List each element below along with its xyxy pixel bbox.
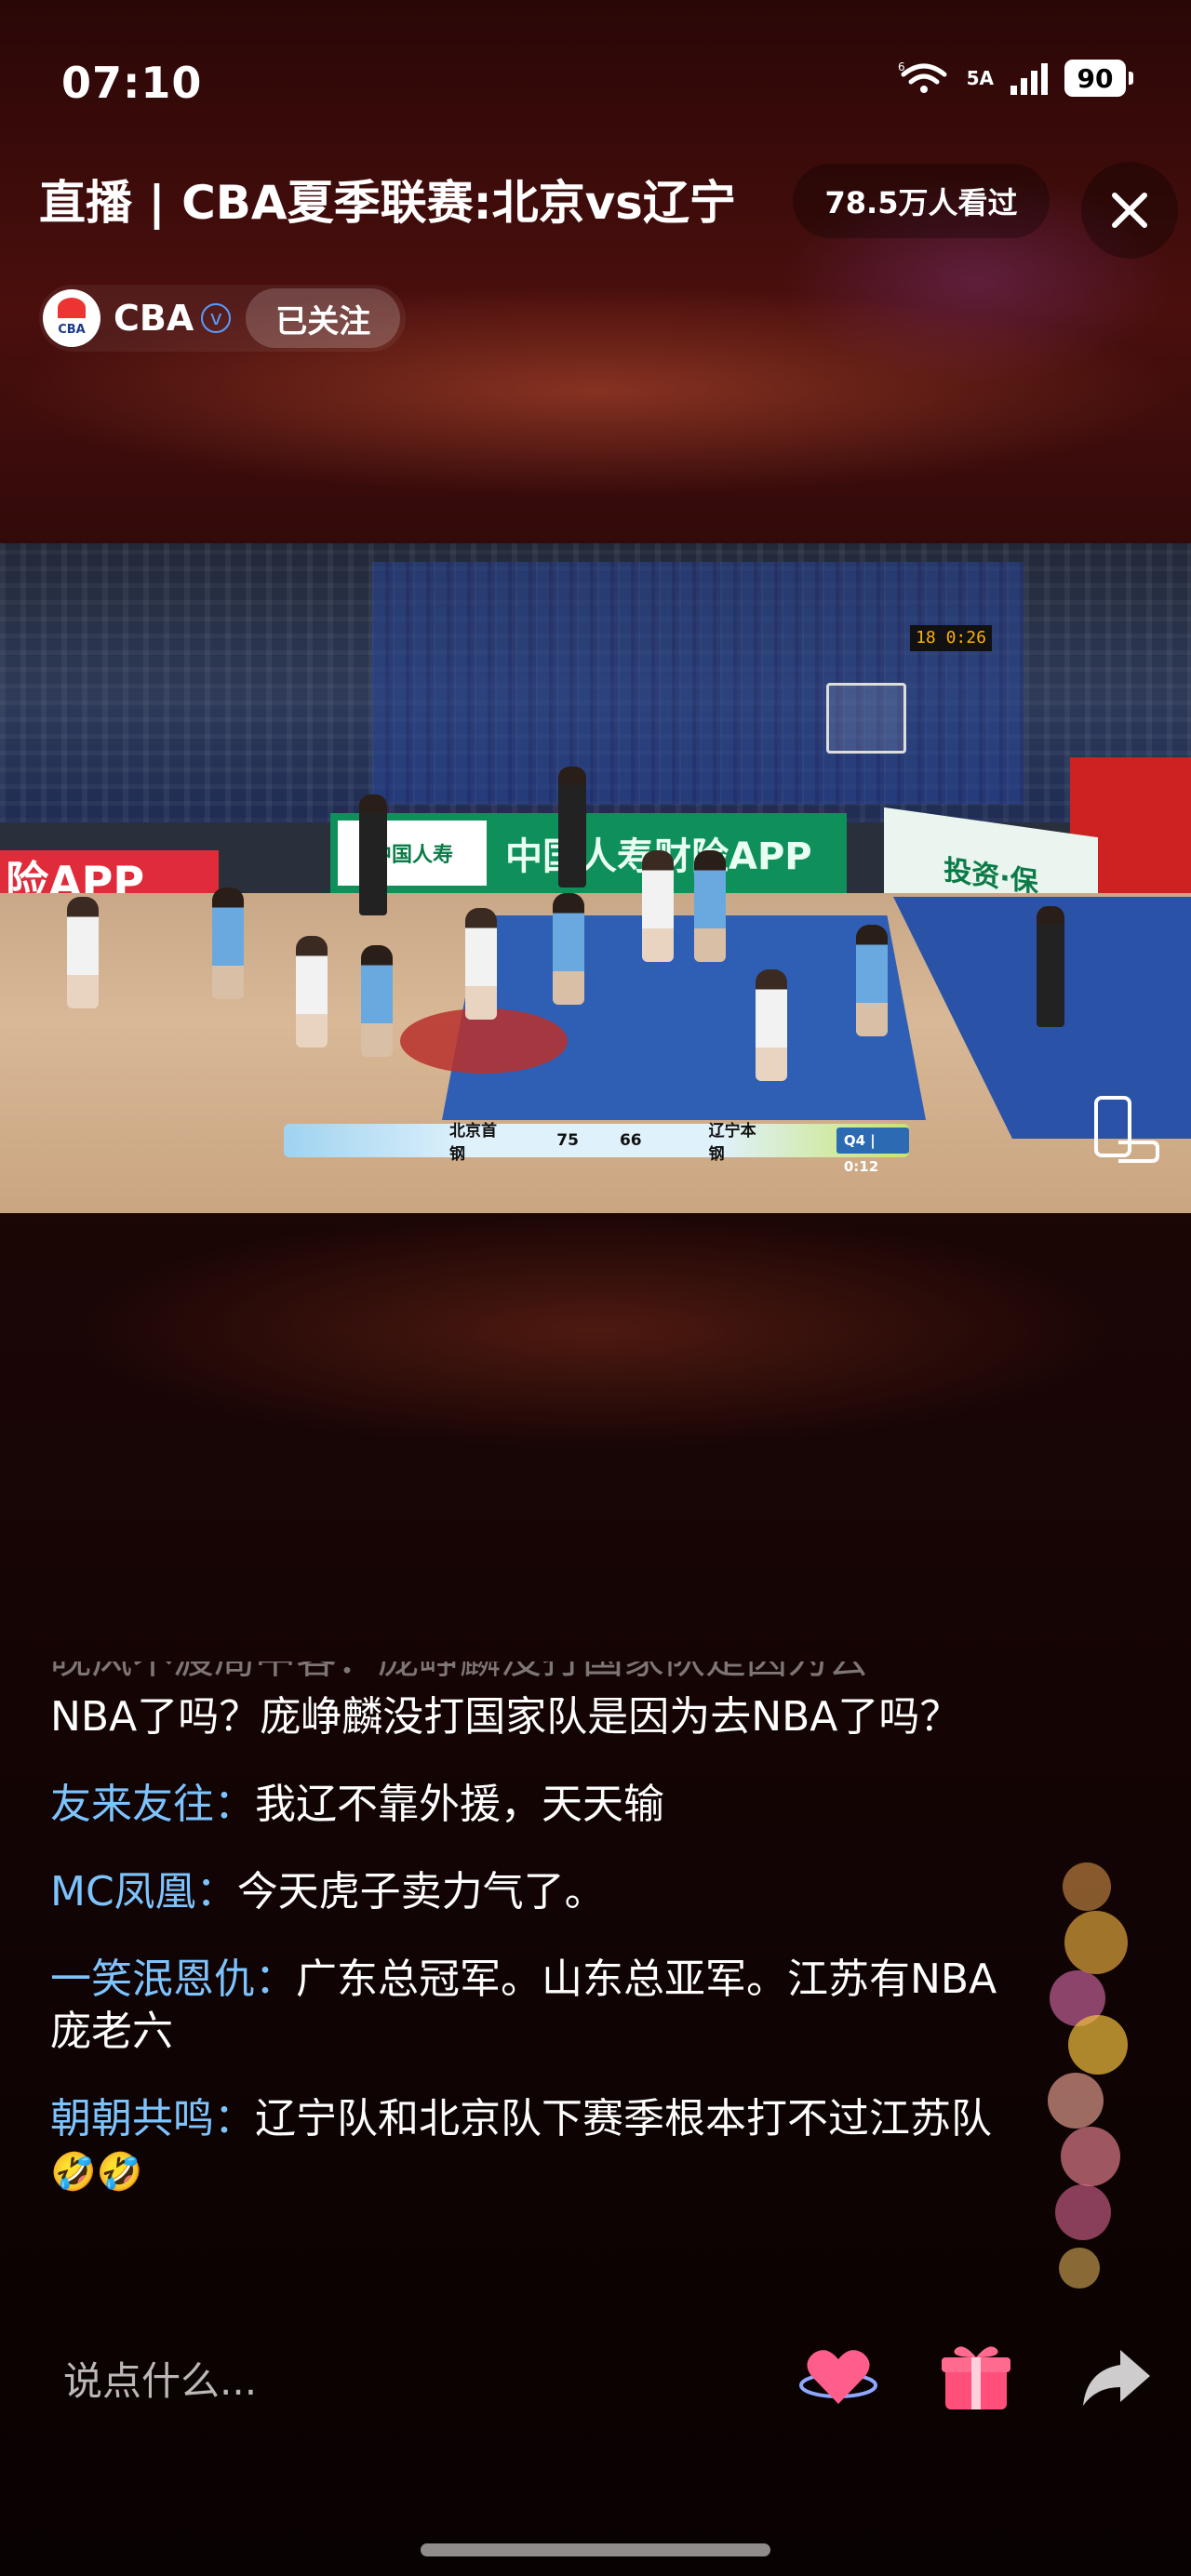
comment-input[interactable]: 说点什么... (50, 2344, 733, 2419)
away-team: 辽宁本钢 (708, 1122, 756, 1164)
player (212, 888, 244, 999)
chat-message: 朝朝共鸣：辽宁队和北京队下赛季根本打不过江苏队 🤣🤣 (50, 2093, 999, 2198)
chat-message: MC凤凰：今天虎子卖力气了。 (50, 1866, 999, 1918)
chat-message: 一笑泯恩仇：广东总冠军。山东总亚军。江苏有NBA庞老六 (50, 1954, 999, 2058)
viewer-count: 78.5万人看过 (793, 164, 1050, 238)
scoreboard: 北京首钢 75 66 辽宁本钢 Q4 | 0:12 (284, 1122, 909, 1175)
signal-icon (1010, 63, 1048, 95)
status-icons: 6 5A 90 (896, 60, 1133, 97)
channel-name[interactable]: CBA (114, 298, 194, 339)
share-icon[interactable] (1076, 2337, 1156, 2417)
player (642, 850, 674, 962)
floating-hearts-icon (1048, 1862, 1128, 2289)
svg-text:6: 6 (898, 60, 905, 73)
chat-text: 辽宁队和北京队下赛季根本打不过江苏队 (255, 2095, 992, 2142)
rotate-screen-icon[interactable] (1091, 1094, 1161, 1165)
home-indicator[interactable] (421, 2543, 770, 2556)
video-seats (372, 562, 1024, 804)
referee (359, 794, 387, 915)
game-period: Q4 | 0:12 (836, 1128, 909, 1175)
player (361, 945, 393, 1057)
chat-message-partial: 晚风不渡局中客：庞峥麟没打国家队是因为去 (50, 1662, 999, 1688)
ad-board-main: 中国人寿 中国人寿财险APP (330, 813, 847, 893)
live-title: 直播 | CBA夏季联赛:北京vs辽宁 (39, 176, 736, 230)
away-score: 66 (619, 1131, 642, 1150)
channel-logo[interactable]: CBA (43, 289, 100, 347)
chat-list: 晚风不渡局中客：庞峥麟没打国家队是因为去 NBA了吗？庞峥麟没打国家队是因为去N… (50, 1662, 999, 2234)
chat-text: 我辽不靠外援，天天输 (255, 1781, 664, 1828)
player (856, 925, 888, 1036)
channel-chip[interactable]: CBA CBA v 已关注 (39, 285, 406, 352)
chat-text: 今天虎子卖力气了。 (236, 1868, 606, 1915)
player (756, 969, 787, 1081)
chat-text: NBA了吗？庞峥麟没打国家队是因为去NBA了吗？ (50, 1693, 961, 1741)
home-score: 75 (556, 1131, 579, 1150)
signal-label: 5A (966, 67, 994, 89)
video-player[interactable]: 18 0:26 险APP 中国人寿 中国人寿财险APP 投资·保 北京首钢 75… (0, 543, 1191, 1213)
chat-message: NBA了吗？庞峥麟没打国家队是因为去NBA了吗？ (50, 1691, 999, 1743)
player (553, 893, 584, 1005)
battery-indicator: 90 (1064, 60, 1133, 97)
chat-message: 友来友往：我辽不靠外援，天天输 (50, 1779, 999, 1831)
player (296, 936, 328, 1048)
player (694, 850, 726, 962)
player (67, 897, 99, 1008)
heart-icon[interactable] (798, 2337, 878, 2417)
follow-button[interactable]: 已关注 (246, 288, 401, 348)
verified-icon: v (201, 303, 232, 333)
player (465, 908, 497, 1020)
shot-clock: 18 0:26 (910, 625, 992, 651)
gift-icon[interactable] (936, 2337, 1016, 2417)
status-time: 07:10 (61, 58, 203, 108)
close-icon (1112, 193, 1147, 228)
chat-username[interactable]: 朝朝共鸣： (50, 2095, 255, 2142)
chat-username[interactable]: 一笑泯恩仇： (50, 1955, 296, 2003)
close-button[interactable] (1081, 162, 1178, 259)
laughing-emoji: 🤣🤣 (50, 2151, 143, 2194)
status-bar: 07:10 6 5A 90 (0, 0, 1191, 167)
chat-username[interactable]: 友来友往： (50, 1781, 255, 1828)
chat-username[interactable]: MC凤凰： (50, 1868, 237, 1915)
referee (1037, 906, 1064, 1027)
home-team: 北京首钢 (449, 1122, 497, 1164)
referee (558, 767, 586, 888)
basketball-hoop (826, 683, 906, 754)
wifi-icon: 6 (898, 60, 947, 93)
